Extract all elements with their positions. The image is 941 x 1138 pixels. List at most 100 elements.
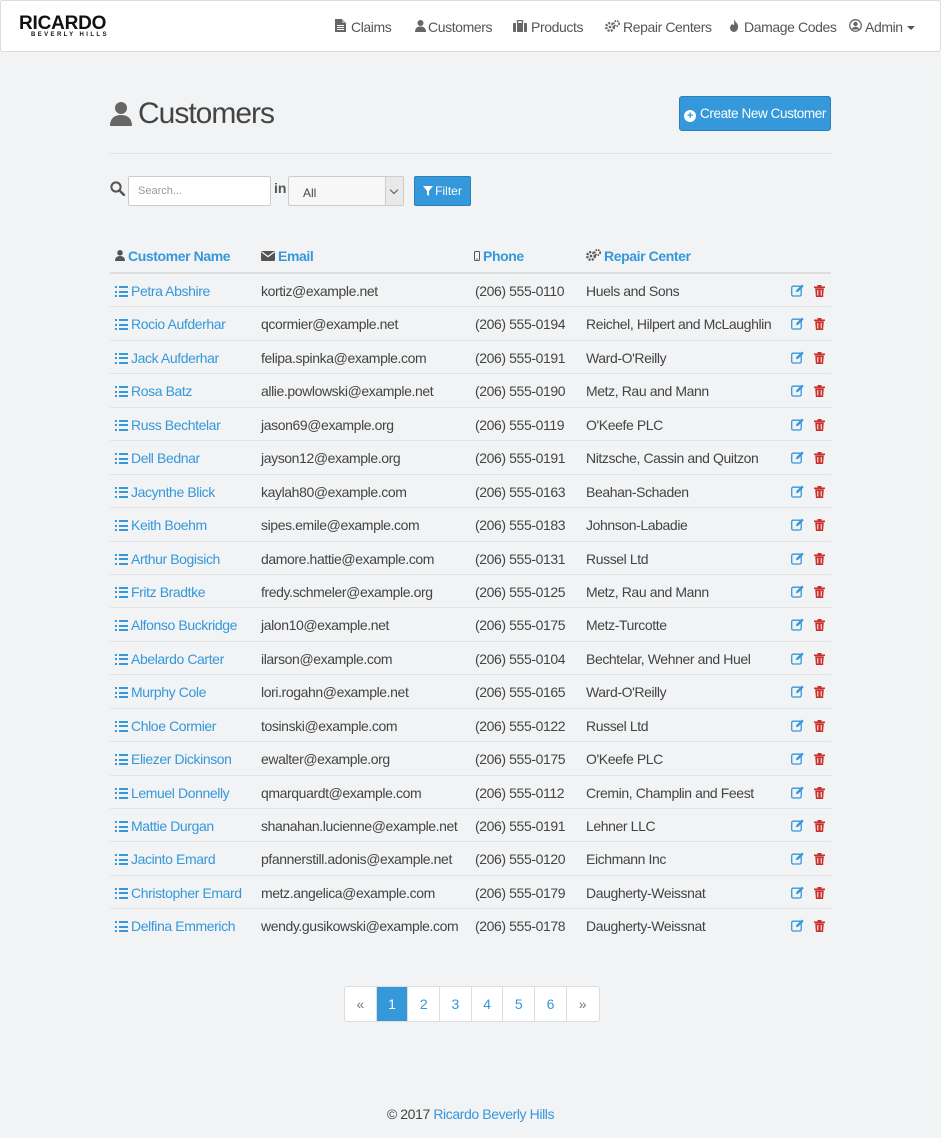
- customer-email: lori.rogahn@example.net: [261, 684, 409, 701]
- pagination-next[interactable]: »: [567, 987, 599, 1021]
- nav-products[interactable]: Products: [513, 1, 583, 53]
- navbar: RICARDO BEVERLY HILLS Claims Customers P…: [0, 0, 941, 52]
- delete-icon[interactable]: [814, 685, 827, 699]
- delete-icon[interactable]: [814, 552, 827, 565]
- customer-phone: (206) 555-0191: [475, 349, 566, 366]
- nav-damage-codes[interactable]: Damage Codes: [729, 1, 837, 53]
- edit-icon[interactable]: [791, 384, 804, 397]
- customer-repair-center: Ward-O'Reilly: [586, 349, 667, 366]
- list-icon: [115, 653, 128, 665]
- column-customer-name[interactable]: Customer Name: [115, 248, 231, 264]
- customer-repair-center: Daugherty-Weissnat: [586, 884, 706, 901]
- edit-icon[interactable]: [791, 585, 804, 598]
- customer-name-link[interactable]: Rosa Batz: [115, 383, 192, 399]
- brand-name: RICARDO: [19, 13, 107, 34]
- delete-icon[interactable]: [814, 485, 827, 498]
- delete-icon[interactable]: [814, 919, 827, 933]
- edit-icon[interactable]: [791, 418, 804, 431]
- customer-name-link[interactable]: Keith Boehm: [115, 517, 207, 533]
- customer-name-link[interactable]: Rocio Aufderhar: [115, 316, 226, 332]
- delete-icon[interactable]: [814, 786, 827, 799]
- edit-icon[interactable]: [791, 886, 804, 899]
- delete-icon[interactable]: [814, 317, 827, 331]
- customer-repair-center: Russel Ltd: [586, 550, 649, 567]
- customer-name-link[interactable]: Jacynthe Blick: [115, 484, 215, 500]
- delete-icon[interactable]: [814, 585, 827, 598]
- nav-repair-centers[interactable]: Repair Centers: [605, 1, 712, 53]
- customer-name-link[interactable]: Petra Abshire: [115, 283, 210, 299]
- edit-icon[interactable]: [791, 317, 804, 331]
- edit-icon[interactable]: [791, 919, 804, 932]
- customer-email: wendy.gusikowski@example.com: [261, 918, 459, 935]
- brand-logo[interactable]: RICARDO BEVERLY HILLS: [19, 14, 123, 40]
- edit-icon[interactable]: [791, 685, 804, 698]
- edit-icon[interactable]: [791, 351, 804, 364]
- create-new-customer-button[interactable]: + Create New Customer: [679, 96, 831, 131]
- edit-icon[interactable]: [791, 719, 804, 732]
- customer-name-link[interactable]: Russ Bechtelar: [115, 417, 221, 433]
- delete-icon[interactable]: [814, 618, 827, 632]
- customer-name-link[interactable]: Alfonso Buckridge: [115, 617, 237, 633]
- customer-name-link[interactable]: Abelardo Carter: [115, 651, 224, 667]
- edit-icon[interactable]: [791, 618, 804, 632]
- edit-icon[interactable]: [791, 518, 804, 531]
- briefcase-icon: [513, 2, 527, 54]
- filter-button[interactable]: Filter: [414, 176, 471, 206]
- customer-name-link[interactable]: Jacinto Emard: [115, 851, 216, 867]
- delete-icon[interactable]: [814, 852, 827, 866]
- edit-icon[interactable]: [791, 284, 804, 297]
- search-field-select[interactable]: All: [288, 176, 404, 206]
- customer-name-link[interactable]: Murphy Cole: [115, 684, 206, 700]
- customer-name-link[interactable]: Dell Bednar: [115, 450, 200, 466]
- nav-claims[interactable]: Claims: [333, 1, 392, 53]
- search-input[interactable]: [128, 176, 271, 206]
- pagination-page[interactable]: 4: [472, 987, 504, 1021]
- table-row: Abelardo Carter ilarson@example.com (206) …: [110, 642, 831, 676]
- customer-name-link[interactable]: Jack Aufderhar: [115, 350, 219, 366]
- edit-icon[interactable]: [791, 652, 804, 665]
- delete-icon[interactable]: [814, 819, 827, 832]
- delete-icon[interactable]: [814, 418, 827, 431]
- pagination-page[interactable]: 2: [408, 987, 441, 1021]
- edit-icon[interactable]: [791, 552, 804, 565]
- customer-email: damore.hattie@example.com: [261, 550, 435, 567]
- pagination-prev[interactable]: «: [345, 987, 377, 1021]
- delete-icon[interactable]: [814, 652, 827, 665]
- edit-icon[interactable]: [791, 819, 804, 832]
- customer-name-link[interactable]: Fritz Bradtke: [115, 584, 206, 600]
- customer-name-link[interactable]: Mattie Durgan: [115, 818, 214, 834]
- delete-icon[interactable]: [814, 384, 827, 398]
- edit-icon[interactable]: [791, 786, 804, 799]
- delete-icon[interactable]: [814, 518, 827, 532]
- edit-icon[interactable]: [791, 485, 804, 498]
- delete-icon[interactable]: [814, 284, 827, 297]
- edit-icon[interactable]: [791, 752, 804, 765]
- delete-icon[interactable]: [814, 719, 827, 732]
- nav-admin-dropdown[interactable]: Admin: [848, 1, 915, 53]
- column-repair-center[interactable]: Repair Center: [586, 248, 691, 264]
- customer-name-link[interactable]: Lemuel Donnelly: [115, 785, 230, 801]
- pagination-page[interactable]: 1: [376, 987, 409, 1021]
- edit-icon[interactable]: [791, 852, 804, 866]
- customer-name-link[interactable]: Eliezer Dickinson: [115, 751, 232, 767]
- pagination-page[interactable]: 3: [440, 987, 472, 1021]
- pagination-page[interactable]: 6: [535, 987, 567, 1021]
- column-phone[interactable]: Phone: [474, 248, 524, 264]
- customer-name-link[interactable]: Delfina Emmerich: [115, 918, 235, 934]
- customer-name-link[interactable]: Arthur Bogisich: [115, 551, 220, 567]
- delete-icon[interactable]: [814, 886, 827, 899]
- nav-customers[interactable]: Customers: [415, 1, 492, 53]
- list-icon: [115, 419, 128, 431]
- footer-link[interactable]: Ricardo Beverly Hills: [433, 1106, 554, 1122]
- column-email[interactable]: Email: [261, 248, 314, 264]
- list-icon: [115, 887, 128, 899]
- customer-name-link[interactable]: Chloe Cormier: [115, 718, 216, 734]
- customer-name-link[interactable]: Christopher Emard: [115, 885, 242, 901]
- delete-icon[interactable]: [814, 351, 827, 364]
- pagination-page[interactable]: 5: [503, 987, 536, 1021]
- customer-name: Petra Abshire: [131, 283, 210, 299]
- customer-phone: (206) 555-0194: [475, 316, 566, 333]
- delete-icon[interactable]: [814, 451, 827, 465]
- delete-icon[interactable]: [814, 752, 827, 766]
- edit-icon[interactable]: [791, 451, 804, 464]
